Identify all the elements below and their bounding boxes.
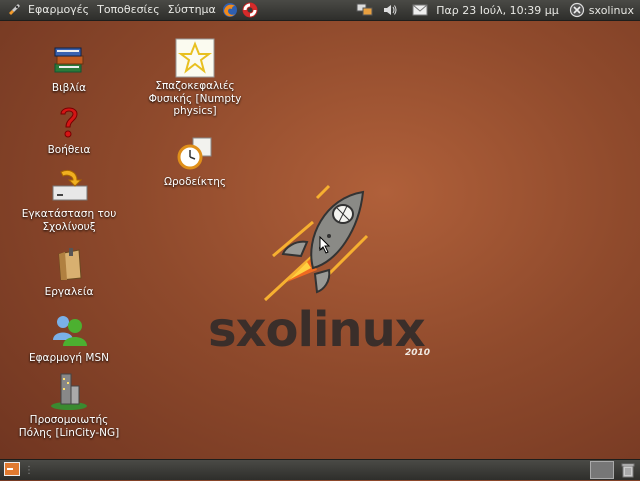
help-icon [49,102,89,142]
tools-label: Εργαλεία [44,286,94,298]
help-label: Βοήθεια [47,144,91,156]
logo-text: sxolinux [208,302,426,358]
show-desktop-icon[interactable] [4,462,20,478]
desktop-icon-help[interactable]: Βοήθεια [14,102,124,157]
user-name[interactable]: sxolinux [587,4,640,17]
star-icon [175,38,215,78]
books-icon [49,40,89,80]
bottom-panel: ⋮ [0,459,640,480]
help-lifebuoy-icon[interactable] [242,2,258,18]
logo-year: 2010 [405,348,431,358]
desktop-icon-timetracker[interactable]: Ωροδείκτης [140,134,250,189]
numpty-label: Σπαζοκεφαλιές Φυσικής [Numpty physics] [148,80,242,117]
shutdown-icon[interactable] [569,2,585,18]
lincity-icon [49,372,89,412]
rocket-menu-icon[interactable] [6,2,22,18]
desktop-icon-msn[interactable]: Εφαρμογή MSN [14,310,124,365]
desktop-icon-numpty[interactable]: Σπαζοκεφαλιές Φυσικής [Numpty physics] [140,38,250,118]
desktop-icon-lincity[interactable]: Προσομοιωτής Πόλης [LinCity-NG] [14,372,124,439]
top-panel: Εφαρμογές Τοποθεσίες Σύστημα Παρ 23 Ιούλ… [0,0,640,21]
install-icon [49,166,89,206]
lincity-label: Προσομοιωτής Πόλης [LinCity-NG] [18,414,120,439]
volume-icon[interactable] [382,2,398,18]
timetracker-icon [175,134,215,174]
panel-handle[interactable]: ⋮ [24,465,34,476]
desktop-icon-install[interactable]: Εγκατάσταση του Σχολίνουξ [14,166,124,233]
applications-menu[interactable]: Εφαρμογές [24,0,93,20]
mail-icon[interactable] [412,2,428,18]
network-icon[interactable] [356,2,373,18]
msn-label: Εφαρμογή MSN [28,352,110,364]
msn-icon [49,310,89,350]
desktop-icon-tools[interactable]: Εργαλεία [14,244,124,299]
workspace-switcher[interactable] [590,461,614,479]
firefox-icon[interactable] [222,2,238,18]
timetracker-label: Ωροδείκτης [163,176,227,188]
desktop-icon-books[interactable]: Βιβλία [14,40,124,95]
system-menu[interactable]: Σύστημα [164,0,220,20]
places-menu[interactable]: Τοποθεσίες [93,0,164,20]
tools-bag-icon [49,244,89,284]
clock[interactable]: Παρ 23 Ιούλ, 10:39 μμ [430,4,565,17]
mouse-cursor-icon [319,236,331,254]
trash-icon[interactable] [620,462,636,478]
install-label: Εγκατάσταση του Σχολίνουξ [21,208,117,233]
books-label: Βιβλία [51,82,87,94]
